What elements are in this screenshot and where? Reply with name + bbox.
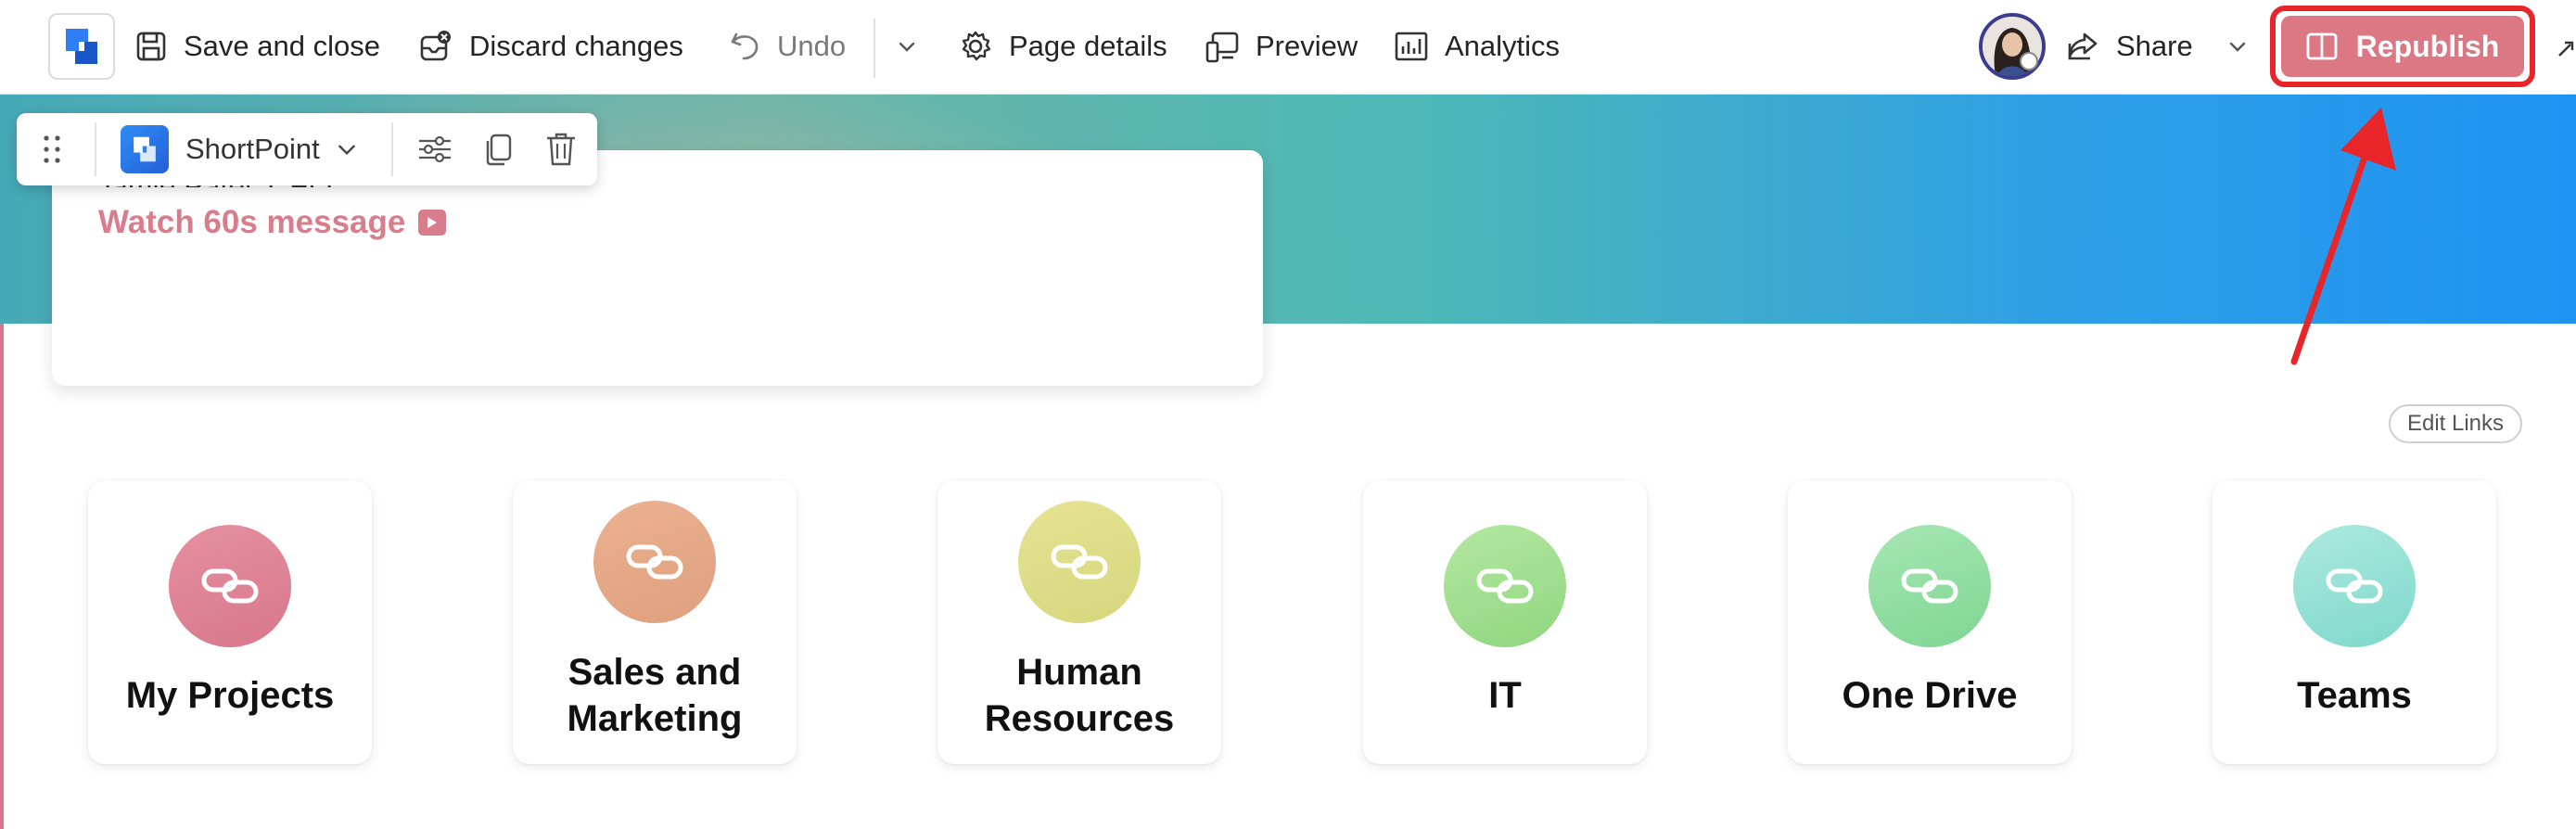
toolbar-divider <box>874 19 875 78</box>
webpart-settings-button[interactable] <box>417 113 453 185</box>
preview-label: Preview <box>1256 30 1358 62</box>
page-details-label: Page details <box>1009 30 1167 62</box>
republish-label: Republish <box>2355 29 2500 63</box>
quick-link-label: My Projects <box>125 675 335 716</box>
command-bar: Save and close Discard changes Undo Page… <box>0 0 2576 95</box>
share-button[interactable]: Share <box>2066 20 2249 72</box>
quick-link-tile[interactable]: Sales and Marketing <box>513 480 797 764</box>
discard-icon <box>420 31 451 61</box>
quick-link-label: IT <box>1488 675 1522 716</box>
settings-sliders-icon <box>419 135 451 163</box>
webpart-toolbar: ShortPoint <box>17 113 597 185</box>
link-icon <box>169 525 291 647</box>
link-icon <box>1444 525 1566 647</box>
quick-link-tile[interactable]: Teams <box>2213 480 2496 764</box>
user-avatar[interactable] <box>1979 13 2046 80</box>
toolbar-separator <box>95 122 96 176</box>
watch-message-label: Watch 60s message <box>98 204 406 240</box>
watch-message-link[interactable]: Watch 60s message <box>98 204 447 241</box>
quick-link-label: Human <box>1016 652 1142 693</box>
republish-highlight: Republish <box>2270 6 2535 87</box>
chevron-down-icon <box>2229 42 2245 52</box>
presence-badge <box>2020 52 2038 70</box>
save-and-close-button[interactable]: Save and close <box>135 20 380 72</box>
discard-changes-button[interactable]: Discard changes <box>419 20 683 72</box>
quick-link-label: Teams <box>2297 675 2412 716</box>
analytics-button[interactable]: Analytics <box>1395 20 1560 72</box>
share-icon <box>2068 32 2098 60</box>
annotation-arrow <box>2290 108 2396 365</box>
quick-link-tile[interactable]: One Drive <box>1788 480 2072 764</box>
expand-icon[interactable] <box>2557 37 2574 57</box>
trash-icon <box>547 133 575 166</box>
page-details-button[interactable]: Page details <box>959 20 1167 72</box>
preview-button[interactable]: Preview <box>1205 20 1358 72</box>
gear-icon <box>962 31 991 61</box>
toolbar-separator <box>391 122 393 176</box>
link-icon <box>2293 525 2416 647</box>
webpart-selector[interactable]: ShortPoint <box>121 113 359 185</box>
section-edit-rail <box>0 324 4 829</box>
undo-label: Undo <box>777 30 847 62</box>
link-icon <box>593 501 716 623</box>
quick-link-tile[interactable]: Human Resources <box>937 480 1221 764</box>
book-icon <box>2306 32 2338 60</box>
quick-link-label: One Drive <box>1842 675 2018 716</box>
duplicate-webpart-button[interactable] <box>484 113 514 185</box>
preview-device-icon <box>1205 32 1239 63</box>
chevron-down-icon <box>338 145 355 156</box>
quick-link-label: Resources <box>984 698 1175 739</box>
undo-button[interactable]: Undo <box>729 20 846 72</box>
more-options-dropdown[interactable] <box>896 20 918 72</box>
shortpoint-webpart-icon <box>121 125 169 173</box>
save-icon <box>136 32 166 61</box>
copy-icon <box>486 134 512 166</box>
drag-handle-icon <box>44 135 60 163</box>
analytics-label: Analytics <box>1445 30 1561 62</box>
webpart-name: ShortPoint <box>185 133 320 165</box>
chevron-down-icon <box>899 42 915 52</box>
quick-link-tile[interactable]: IT <box>1363 480 1647 764</box>
discard-changes-label: Discard changes <box>469 30 683 62</box>
share-label: Share <box>2116 30 2193 62</box>
play-icon <box>418 210 447 236</box>
analytics-icon <box>1395 32 1428 61</box>
shortpoint-logo-icon <box>66 29 97 64</box>
delete-webpart-button[interactable] <box>545 113 577 185</box>
quick-link-label: Sales and <box>567 652 742 693</box>
save-and-close-label: Save and close <box>184 30 380 62</box>
quick-link-label: Marketing <box>567 698 743 739</box>
quick-link-tile[interactable]: My Projects <box>88 480 372 764</box>
link-icon <box>1868 525 1991 647</box>
republish-button[interactable]: Republish <box>2281 16 2524 77</box>
link-icon <box>1018 501 1141 623</box>
drag-handle[interactable] <box>41 113 63 185</box>
edit-links-button[interactable]: Edit Links <box>2389 404 2522 443</box>
undo-icon <box>731 32 759 60</box>
shortpoint-app-logo[interactable] <box>48 13 115 80</box>
